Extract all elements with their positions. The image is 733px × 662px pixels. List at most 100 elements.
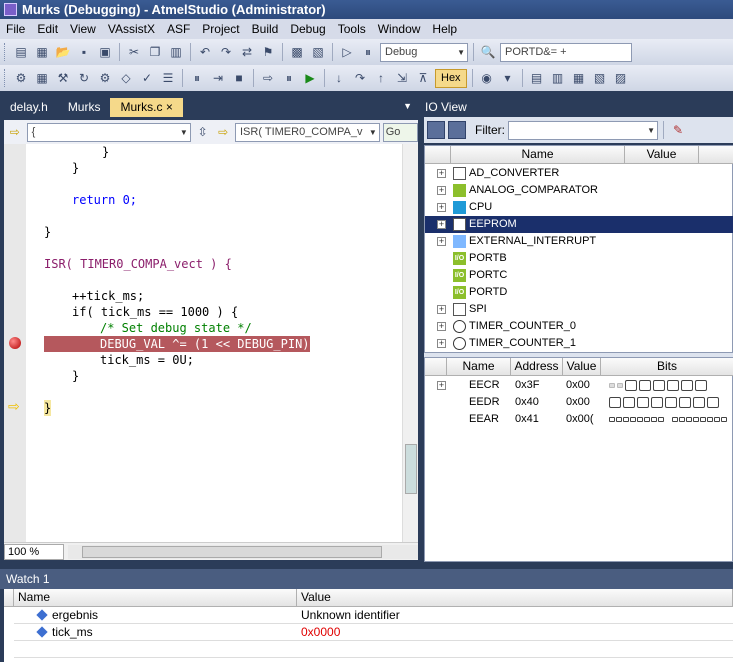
bit-cell[interactable] [700,417,706,422]
register-value[interactable]: 0x00( [566,411,594,428]
add-item-icon[interactable]: ▦ [33,43,51,61]
build-solution-icon[interactable]: ▧ [309,43,327,61]
edit-icon[interactable]: ✎ [669,121,687,139]
bookmark-icon[interactable]: ⚑ [259,43,277,61]
close-icon[interactable]: × [166,100,173,114]
find-icon[interactable]: 🔍 [479,43,497,61]
menu-vassistx[interactable]: VAssistX [102,19,161,39]
tree-item-timer-counter-1[interactable]: + TIMER_COUNTER_1 [425,335,733,352]
function-select[interactable]: ISR( TIMER0_COMPA_v ▼ [235,122,380,142]
build-icon[interactable]: ▩ [288,43,306,61]
expand-icon[interactable]: + [437,220,446,229]
menu-build[interactable]: Build [246,19,285,39]
break-all-icon[interactable]: ⏸ [188,69,206,87]
menu-tools[interactable]: Tools [332,19,372,39]
step-icon[interactable]: ⇥ [209,69,227,87]
scrollbar-thumb[interactable] [82,545,382,558]
registers-window-icon[interactable]: ▥ [549,69,567,87]
stop-icon[interactable]: ■ [230,69,248,87]
processor-view-icon[interactable]: ▦ [570,69,588,87]
tree-item-ad-converter[interactable]: + AD_CONVERTER [425,165,733,182]
expand-icon[interactable]: + [437,305,446,314]
bit-cell[interactable] [667,380,679,391]
menu-edit[interactable]: Edit [31,19,64,39]
toolbar-grip[interactable] [4,69,7,87]
watch-row[interactable]: tick_ms 0x0000 [14,624,733,641]
watch-window-icon[interactable]: ▨ [612,69,630,87]
settings-icon[interactable]: ⚙ [96,69,114,87]
toolbar-grip[interactable] [4,43,7,61]
undo-icon[interactable]: ↶ [196,43,214,61]
tab-murks-c[interactable]: Murks.c × [110,98,183,117]
step-over-icon[interactable]: ↷ [351,69,369,87]
tree-item-cpu[interactable]: + CPU [425,199,733,216]
bit-cell[interactable] [625,380,637,391]
tree-item-eeprom[interactable]: + EEPROM [425,216,733,233]
menu-file[interactable]: File [0,19,31,39]
save-all-icon[interactable]: ▣ [96,43,114,61]
bit-cell[interactable] [651,417,657,422]
configuration-select[interactable]: Debug ▼ [380,42,468,62]
save-icon[interactable]: ▪ [75,43,93,61]
bit-cell[interactable] [651,397,663,408]
grid-header-value[interactable]: Value [563,358,601,376]
watch-value[interactable]: 0x0000 [301,624,340,641]
expand-icon[interactable]: + [437,322,446,331]
find-combo[interactable]: PORTD&= + [500,42,632,62]
register-row-eedr[interactable]: EEDR 0x40 0x00 [425,394,733,411]
tree-header-value[interactable]: Value [625,146,699,164]
reset-icon[interactable]: ↻ [75,69,93,87]
tab-delay-h[interactable]: delay.h [0,98,58,117]
scrollbar-thumb[interactable] [405,444,417,494]
start-icon[interactable]: ▷ [338,43,356,61]
bit-cell[interactable] [609,417,615,422]
expand-icon[interactable]: + [437,237,446,246]
chevron-down-icon[interactable]: ▾ [499,69,517,87]
bit-cell[interactable] [721,417,727,422]
bit-cell[interactable] [616,417,622,422]
grid-header-name[interactable]: Name [447,358,511,376]
list-view-icon[interactable] [448,121,466,139]
split-icon[interactable]: ⇳ [194,123,212,141]
redo-icon[interactable]: ↷ [217,43,235,61]
breakpoints-window-icon[interactable]: ◉ [478,69,496,87]
watch-header-name[interactable]: Name [14,589,297,607]
editor-horizontal-scrollbar[interactable] [68,544,418,559]
bit-cell[interactable] [623,417,629,422]
pause-icon[interactable]: ⏸ [359,43,377,61]
tree-item-portc[interactable]: I/O PORTC [425,267,733,284]
menu-window[interactable]: Window [372,19,427,39]
register-row-eear[interactable]: EEAR 0x41 0x00( [425,411,733,428]
expand-icon[interactable]: + [437,339,446,348]
disassembly-icon[interactable]: ⊼ [414,69,432,87]
tree-item-spi[interactable]: + SPI [425,301,733,318]
expand-icon[interactable]: + [437,381,446,390]
bit-cell[interactable] [630,417,636,422]
register-value[interactable]: 0x00 [566,377,590,394]
watch-header-value[interactable]: Value [297,589,733,607]
bit-cell[interactable] [707,417,713,422]
bit-cell[interactable] [637,397,649,408]
paste-icon[interactable]: ▥ [167,43,185,61]
tree-header-name[interactable]: Name [451,146,625,164]
options-icon[interactable]: ☰ [159,69,177,87]
device-programming-icon[interactable]: ⚙ [12,69,30,87]
menu-asf[interactable]: ASF [161,19,196,39]
copy-icon[interactable]: ❐ [146,43,164,61]
tab-murks[interactable]: Murks [58,98,111,117]
scope-select[interactable]: {▼ [26,122,191,142]
bit-cell[interactable] [693,417,699,422]
bit-cell[interactable] [707,397,719,408]
grid-header-bits[interactable]: Bits [601,358,733,376]
bit-cell[interactable] [623,397,635,408]
register-row-eecr[interactable]: + EECR 0x3F 0x00 [425,377,733,394]
menu-project[interactable]: Project [196,19,245,39]
go-button[interactable]: Go [382,122,419,142]
tree-item-timer-counter-0[interactable]: + TIMER_COUNTER_0 [425,318,733,335]
bit-cell[interactable] [639,380,651,391]
expand-icon[interactable]: + [437,186,446,195]
register-value[interactable]: 0x00 [566,394,590,411]
menu-help[interactable]: Help [426,19,463,39]
bit-cell[interactable] [681,380,693,391]
tree-item-analog-comparator[interactable]: + ANALOG_COMPARATOR [425,182,733,199]
